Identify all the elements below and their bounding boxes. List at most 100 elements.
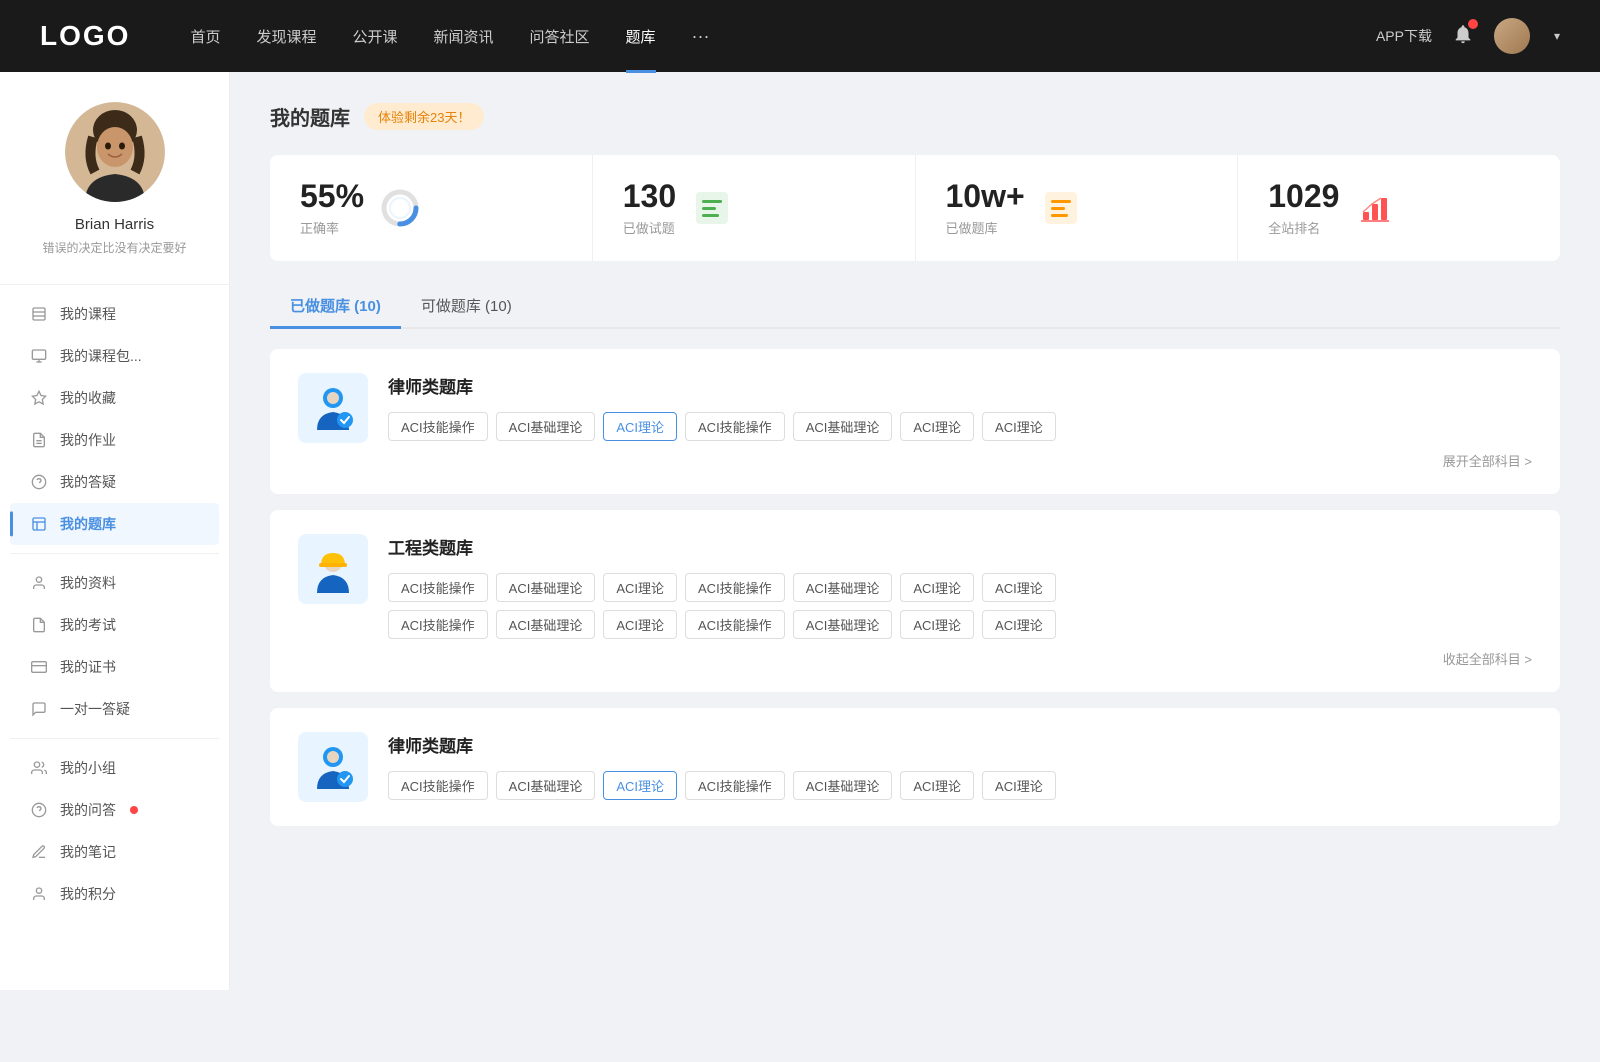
questions-icon: [30, 473, 48, 491]
sidebar-label-questions: 我的答疑: [60, 472, 116, 492]
qbank-title-lawyer-1: 律师类题库: [388, 373, 1532, 398]
tag-active[interactable]: ACI理论: [603, 412, 677, 441]
accuracy-chart: [378, 186, 422, 230]
sidebar-menu: 我的课程 我的课程包... 我的收藏 我的作业: [0, 293, 229, 915]
stat-rank-value: 1029: [1268, 179, 1339, 214]
sidebar-label-points: 我的积分: [60, 884, 116, 904]
qbank-section-engineer-1: 工程类题库 ACI技能操作 ACI基础理论 ACI理论 ACI技能操作 ACI基…: [270, 510, 1560, 692]
sidebar-label-groups: 我的小组: [60, 758, 116, 778]
nav-qa[interactable]: 问答社区: [530, 26, 590, 47]
avatar: [65, 102, 165, 202]
profile-name: Brian Harris: [75, 216, 154, 233]
tab-available-banks[interactable]: 可做题库 (10): [401, 285, 532, 329]
stat-done-label: 已做试题: [623, 218, 676, 237]
tag[interactable]: ACI基础理论: [496, 771, 596, 800]
tag[interactable]: ACI理论: [982, 573, 1056, 602]
sidebar-item-favorites[interactable]: 我的收藏: [10, 377, 219, 419]
course-packages-icon: [30, 347, 48, 365]
qbank-icon: [30, 515, 48, 533]
tag[interactable]: ACI技能操作: [388, 771, 488, 800]
stat-rank-label: 全站排名: [1268, 218, 1339, 237]
certificates-icon: [30, 658, 48, 676]
nav-links: 首页 发现课程 公开课 新闻资讯 问答社区 题库 ···: [190, 26, 1376, 47]
nav-open-course[interactable]: 公开课: [352, 26, 397, 47]
tag[interactable]: ACI理论: [900, 412, 974, 441]
sidebar-item-certificates[interactable]: 我的证书: [10, 646, 219, 688]
sidebar-item-one-on-one[interactable]: 一对一答疑: [10, 688, 219, 730]
tag[interactable]: ACI基础理论: [793, 412, 893, 441]
notification-badge: [1468, 19, 1478, 29]
tag[interactable]: ACI技能操作: [388, 610, 488, 639]
nav-qbank[interactable]: 题库: [626, 26, 656, 47]
groups-icon: [30, 759, 48, 777]
sidebar-item-courses[interactable]: 我的课程: [10, 293, 219, 335]
qbank-tags-lawyer-2: ACI技能操作 ACI基础理论 ACI理论 ACI技能操作 ACI基础理论 AC…: [388, 771, 1532, 800]
stat-accuracy-value: 55%: [300, 179, 364, 214]
sidebar-divider-bot: [10, 738, 219, 739]
stat-done-value: 130: [623, 179, 676, 214]
qbank-icon-lawyer-2: [298, 732, 368, 802]
qbank-icon-lawyer-1: [298, 373, 368, 443]
sidebar-item-qbank[interactable]: 我的题库: [10, 503, 219, 545]
tag[interactable]: ACI基础理论: [496, 573, 596, 602]
qbank-expand-lawyer-1[interactable]: 展开全部科目 >: [388, 451, 1532, 470]
tag[interactable]: ACI基础理论: [793, 573, 893, 602]
tag[interactable]: ACI理论: [900, 771, 974, 800]
nav-more[interactable]: ···: [692, 26, 710, 47]
sidebar-item-my-questions[interactable]: 我的问答: [10, 789, 219, 831]
favorites-icon: [30, 389, 48, 407]
sidebar-divider-mid: [10, 553, 219, 554]
avatar[interactable]: [1494, 18, 1530, 54]
tag[interactable]: ACI理论: [900, 573, 974, 602]
logo[interactable]: LOGO: [40, 20, 130, 52]
sidebar-item-groups[interactable]: 我的小组: [10, 747, 219, 789]
tag[interactable]: ACI技能操作: [685, 771, 785, 800]
sidebar-item-course-packages[interactable]: 我的课程包...: [10, 335, 219, 377]
tag[interactable]: ACI理论: [982, 412, 1056, 441]
sidebar-item-points[interactable]: 我的积分: [10, 873, 219, 915]
avatar-dropdown-icon[interactable]: ▾: [1554, 29, 1560, 43]
tab-done-banks[interactable]: 已做题库 (10): [270, 285, 401, 329]
homework-icon: [30, 431, 48, 449]
tag[interactable]: ACI理论: [982, 771, 1056, 800]
tag[interactable]: ACI理论: [603, 573, 677, 602]
nav-discover[interactable]: 发现课程: [256, 26, 316, 47]
tag[interactable]: ACI基础理论: [496, 610, 596, 639]
stat-banks-label: 已做题库: [946, 218, 1025, 237]
stat-accuracy: 55% 正确率: [270, 155, 593, 261]
tag[interactable]: ACI基础理论: [496, 412, 596, 441]
tag[interactable]: ACI基础理论: [793, 610, 893, 639]
sidebar-profile: Brian Harris 错误的决定比没有决定要好: [0, 72, 229, 276]
sidebar-item-questions[interactable]: 我的答疑: [10, 461, 219, 503]
sidebar-label-qbank: 我的题库: [60, 514, 116, 534]
tag[interactable]: ACI理论: [900, 610, 974, 639]
tag[interactable]: ACI技能操作: [685, 610, 785, 639]
tag[interactable]: ACI理论: [603, 610, 677, 639]
stat-done-banks: 10w+ 已做题库: [916, 155, 1239, 261]
tag[interactable]: ACI技能操作: [388, 573, 488, 602]
navbar: LOGO 首页 发现课程 公开课 新闻资讯 问答社区 题库 ··· APP下载 …: [0, 0, 1600, 72]
app-download-button[interactable]: APP下载: [1376, 26, 1432, 46]
qbank-icon-engineer-1: [298, 534, 368, 604]
sidebar-item-exams[interactable]: 我的考试: [10, 604, 219, 646]
my-questions-icon: [30, 801, 48, 819]
tag[interactable]: ACI技能操作: [685, 412, 785, 441]
sidebar-item-notes[interactable]: 我的笔记: [10, 831, 219, 873]
tag[interactable]: ACI技能操作: [388, 412, 488, 441]
tag[interactable]: ACI技能操作: [685, 573, 785, 602]
stats-row: 55% 正确率 130 已做试题: [270, 155, 1560, 261]
notes-icon: [30, 843, 48, 861]
nav-news[interactable]: 新闻资讯: [434, 26, 494, 47]
nav-home[interactable]: 首页: [190, 26, 220, 47]
notification-bell[interactable]: [1452, 23, 1474, 50]
tag[interactable]: ACI基础理论: [793, 771, 893, 800]
sidebar-item-profile-info[interactable]: 我的资料: [10, 562, 219, 604]
profile-motto: 错误的决定比没有决定要好: [42, 239, 186, 256]
tag[interactable]: ACI理论: [982, 610, 1056, 639]
qbank-collapse-engineer-1[interactable]: 收起全部科目 >: [388, 649, 1532, 668]
qbank-title-engineer-1: 工程类题库: [388, 534, 1532, 559]
sidebar-label-notes: 我的笔记: [60, 842, 116, 862]
tag-active[interactable]: ACI理论: [603, 771, 677, 800]
sidebar-item-homework[interactable]: 我的作业: [10, 419, 219, 461]
sidebar-label-favorites: 我的收藏: [60, 388, 116, 408]
